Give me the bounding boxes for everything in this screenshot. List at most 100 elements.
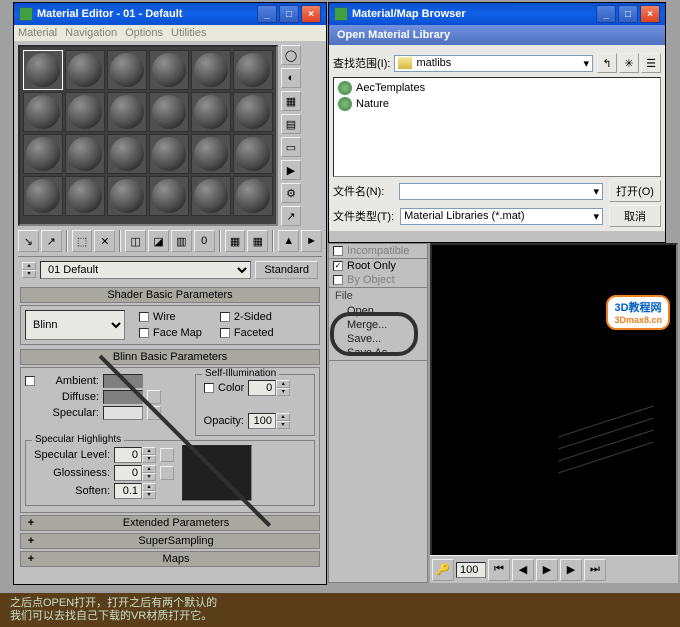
- maximize-button[interactable]: □: [618, 5, 638, 23]
- close-button[interactable]: ×: [301, 5, 321, 23]
- file-item[interactable]: Nature: [336, 96, 658, 112]
- menu-navigation[interactable]: Navigation: [65, 27, 117, 39]
- filename-input[interactable]: ▾: [399, 183, 603, 200]
- opacity-value[interactable]: [248, 413, 276, 429]
- video-check-icon[interactable]: ▭: [281, 137, 301, 157]
- play-end[interactable]: ⏭: [584, 559, 606, 581]
- specular-color[interactable]: [103, 406, 143, 420]
- sample-slot[interactable]: [191, 50, 231, 90]
- sample-slot[interactable]: [65, 176, 105, 216]
- cancel-button[interactable]: 取消: [609, 205, 661, 227]
- viewport[interactable]: [430, 243, 678, 583]
- sample-slot[interactable]: [149, 134, 189, 174]
- material-name-select[interactable]: 01 Default: [40, 261, 251, 279]
- get-material-icon[interactable]: ↘: [18, 230, 39, 252]
- diffuse-map-icon[interactable]: [147, 390, 161, 404]
- ambient-color[interactable]: [103, 374, 143, 388]
- sample-slot[interactable]: [107, 134, 147, 174]
- sample-slot[interactable]: [233, 50, 273, 90]
- browser-titlebar[interactable]: Material/Map Browser _ □ ×: [329, 3, 665, 25]
- assign-icon[interactable]: ⬚: [72, 230, 93, 252]
- ambient-lock[interactable]: [25, 376, 35, 386]
- sample-slot[interactable]: [149, 50, 189, 90]
- rollout-supersampling[interactable]: +SuperSampling: [20, 533, 320, 549]
- spec-level-map[interactable]: [160, 448, 174, 462]
- lookin-dropdown[interactable]: matlibs ▾: [394, 55, 593, 72]
- pick-icon[interactable]: ▴▾: [22, 262, 36, 278]
- background-icon[interactable]: ▦: [281, 91, 301, 111]
- put-to-scene-icon[interactable]: ↗: [41, 230, 62, 252]
- play-start[interactable]: ⏮: [488, 559, 510, 581]
- go-sibling-icon[interactable]: ►: [301, 230, 322, 252]
- specular-map-icon[interactable]: [147, 406, 161, 420]
- rollout-maps[interactable]: +Maps: [20, 551, 320, 567]
- file-open[interactable]: Open...: [329, 304, 427, 318]
- filetype-select[interactable]: Material Libraries (*.mat)▾: [400, 208, 603, 225]
- play-btn[interactable]: ▶: [536, 559, 558, 581]
- file-list[interactable]: AecTemplates Nature: [333, 77, 661, 177]
- gloss-value[interactable]: [114, 465, 142, 481]
- rollout-extended[interactable]: +Extended Parameters: [20, 515, 320, 531]
- view-menu-icon[interactable]: ☰: [641, 53, 661, 73]
- make-unique-icon[interactable]: ◪: [148, 230, 169, 252]
- minimize-button[interactable]: _: [596, 5, 616, 23]
- gloss-map[interactable]: [160, 466, 174, 480]
- twosided-checkbox[interactable]: [220, 312, 230, 322]
- diffuse-color[interactable]: [103, 390, 143, 404]
- file-item[interactable]: AecTemplates: [336, 80, 658, 96]
- open-button[interactable]: 打开(O): [609, 180, 661, 202]
- uv-tile-icon[interactable]: ▤: [281, 114, 301, 134]
- faceted-checkbox[interactable]: [220, 328, 230, 338]
- sample-slot[interactable]: [191, 176, 231, 216]
- file-saveas[interactable]: Save As...: [329, 346, 427, 360]
- sample-slot[interactable]: [65, 92, 105, 132]
- put-library-icon[interactable]: ▥: [171, 230, 192, 252]
- reset-icon[interactable]: ✕: [94, 230, 115, 252]
- sample-slot[interactable]: [233, 176, 273, 216]
- menu-material[interactable]: Material: [18, 27, 57, 39]
- show-end-icon[interactable]: ▦: [247, 230, 268, 252]
- backlight-icon[interactable]: ◐: [281, 68, 301, 88]
- type-button[interactable]: Standard: [255, 261, 318, 279]
- sample-slot[interactable]: [23, 50, 63, 90]
- show-map-icon[interactable]: ▦: [225, 230, 246, 252]
- file-save[interactable]: Save...: [329, 332, 427, 346]
- maximize-button[interactable]: □: [279, 5, 299, 23]
- sample-slot[interactable]: [107, 50, 147, 90]
- rollout-shader-basic[interactable]: Shader Basic Parameters: [20, 287, 320, 303]
- sample-slot[interactable]: [233, 134, 273, 174]
- rollout-blinn-basic[interactable]: Blinn Basic Parameters: [20, 349, 320, 365]
- options-icon[interactable]: ⚙: [281, 183, 301, 203]
- wire-checkbox[interactable]: [139, 312, 149, 322]
- sample-slot[interactable]: [23, 92, 63, 132]
- selfillum-checkbox[interactable]: [204, 383, 214, 393]
- play-prev[interactable]: ◀: [512, 559, 534, 581]
- sample-slot[interactable]: [65, 50, 105, 90]
- close-button[interactable]: ×: [640, 5, 660, 23]
- preview-icon[interactable]: ▶: [281, 160, 301, 180]
- play-next[interactable]: ▶: [560, 559, 582, 581]
- sample-slot[interactable]: [107, 176, 147, 216]
- sample-slot[interactable]: [191, 92, 231, 132]
- sample-slot[interactable]: [233, 92, 273, 132]
- material-id-icon[interactable]: 0: [194, 230, 215, 252]
- spec-level[interactable]: [114, 447, 142, 463]
- file-merge[interactable]: Merge...: [329, 318, 427, 332]
- go-parent-icon[interactable]: ▲: [278, 230, 299, 252]
- menu-options[interactable]: Options: [125, 27, 163, 39]
- shader-select[interactable]: Blinn: [25, 310, 125, 340]
- up-folder-icon[interactable]: ↰: [597, 53, 617, 73]
- key-toggle[interactable]: 🔑: [432, 559, 454, 581]
- frame-input[interactable]: [456, 562, 486, 578]
- sample-type-icon[interactable]: ◯: [281, 45, 301, 65]
- soften-value[interactable]: [114, 483, 142, 499]
- incompatible-checkbox[interactable]: [333, 246, 343, 256]
- sample-slot[interactable]: [191, 134, 231, 174]
- by-object-checkbox[interactable]: [333, 275, 343, 285]
- make-copy-icon[interactable]: ◫: [125, 230, 146, 252]
- minimize-button[interactable]: _: [257, 5, 277, 23]
- facemap-checkbox[interactable]: [139, 328, 149, 338]
- material-editor-titlebar[interactable]: Material Editor - 01 - Default _ □ ×: [14, 3, 326, 25]
- sample-slot[interactable]: [65, 134, 105, 174]
- selfillum-value[interactable]: [248, 380, 276, 396]
